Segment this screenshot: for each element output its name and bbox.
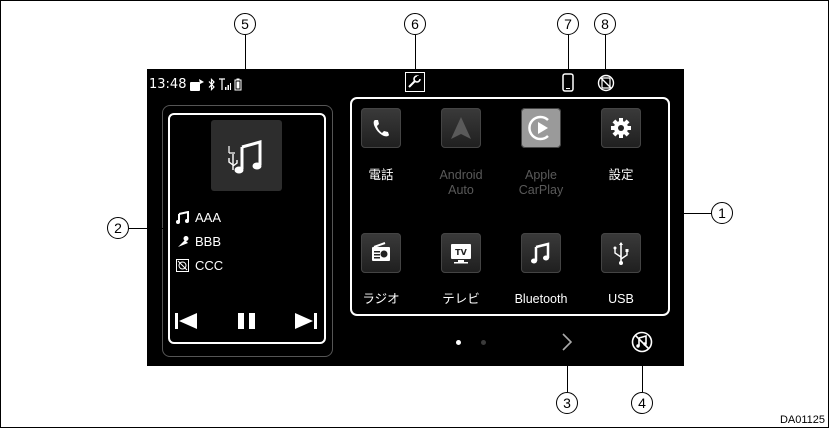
svg-text:TV: TV bbox=[455, 248, 467, 257]
label-line: CarPlay bbox=[518, 183, 564, 197]
callout-2: 2 bbox=[107, 217, 129, 239]
music-off-icon[interactable] bbox=[631, 331, 653, 353]
app-apple-carplay-button[interactable] bbox=[521, 108, 561, 148]
artist-name: BBB bbox=[195, 234, 222, 249]
callout-line-6 bbox=[415, 35, 416, 72]
wrench-icon bbox=[408, 75, 421, 88]
app-radio-label: ラジオ bbox=[362, 292, 400, 306]
callout-7: 7 bbox=[557, 13, 579, 35]
app-phone-label: 電話 bbox=[368, 168, 394, 182]
callout-line-4 bbox=[642, 354, 643, 392]
app-tv-label: テレビ bbox=[442, 292, 480, 306]
app-android-auto-button[interactable] bbox=[441, 108, 481, 148]
carplay-icon bbox=[528, 115, 549, 141]
callout-1: 1 bbox=[711, 202, 733, 224]
usb-music-icon bbox=[228, 140, 262, 174]
app-tv-button[interactable]: TV bbox=[441, 233, 481, 273]
artist-icon bbox=[178, 236, 189, 247]
usb-icon bbox=[613, 242, 629, 265]
app-usb-label: USB bbox=[608, 292, 634, 306]
album-name: CCC bbox=[195, 258, 224, 273]
previous-track-icon[interactable] bbox=[174, 312, 198, 330]
no-sync-icon bbox=[597, 74, 615, 92]
callout-line-7 bbox=[568, 35, 569, 73]
music-note-icon bbox=[531, 242, 550, 264]
app-settings-label: 設定 bbox=[608, 168, 634, 182]
callout-line-8 bbox=[605, 35, 606, 74]
app-settings-button[interactable] bbox=[601, 108, 641, 148]
status-bar: 13:48 bbox=[149, 77, 242, 92]
app-apple-carplay-label: Apple CarPlay bbox=[511, 168, 571, 198]
callout-3: 3 bbox=[556, 392, 578, 414]
app-usb-button[interactable] bbox=[601, 233, 641, 273]
pause-icon[interactable] bbox=[236, 312, 258, 330]
callout-6: 6 bbox=[404, 13, 426, 35]
bluetooth-icon bbox=[209, 78, 216, 91]
callout-8: 8 bbox=[594, 13, 616, 35]
app-phone-button[interactable] bbox=[361, 108, 401, 148]
app-android-auto-label: Android Auto bbox=[431, 168, 491, 198]
app-bluetooth-label: Bluetooth bbox=[514, 292, 568, 306]
callout-line-5 bbox=[245, 35, 246, 75]
callout-line-3 bbox=[567, 354, 568, 392]
gear-icon bbox=[611, 118, 631, 138]
callout-line-1 bbox=[670, 213, 711, 214]
app-radio-button[interactable] bbox=[361, 233, 401, 273]
page-dot-active bbox=[456, 340, 461, 345]
phone-in-car-icon bbox=[190, 78, 205, 91]
diagram-id: DA01125 bbox=[779, 414, 825, 426]
callout-5: 5 bbox=[234, 13, 256, 35]
phone-icon[interactable] bbox=[562, 73, 574, 92]
callout-line-2 bbox=[129, 228, 168, 229]
tv-icon: TV bbox=[451, 244, 471, 264]
media-source-tile[interactable] bbox=[211, 120, 282, 191]
callout-4: 4 bbox=[631, 392, 653, 414]
signal-icon bbox=[219, 78, 232, 90]
label-line: Apple bbox=[525, 168, 557, 182]
album-icon bbox=[176, 259, 189, 272]
android-auto-icon bbox=[451, 117, 471, 139]
music-note-icon bbox=[176, 211, 189, 224]
battery-icon bbox=[234, 78, 242, 91]
chevron-right-icon[interactable] bbox=[562, 333, 572, 351]
radio-icon bbox=[372, 242, 390, 261]
label-line: Android bbox=[439, 168, 483, 182]
media-source-row: AAA bbox=[176, 210, 221, 225]
media-album-row: CCC bbox=[176, 258, 223, 273]
media-artist-row: BBB bbox=[176, 234, 221, 249]
track-title: AAA bbox=[195, 210, 222, 225]
app-bluetooth-button[interactable] bbox=[521, 233, 561, 273]
page-dot bbox=[481, 340, 486, 345]
phone-handset-icon bbox=[373, 120, 389, 137]
label-line: Auto bbox=[448, 183, 474, 197]
settings-shortcut-button[interactable] bbox=[405, 72, 425, 92]
next-track-icon[interactable] bbox=[294, 312, 318, 330]
clock: 13:48 bbox=[149, 77, 187, 92]
